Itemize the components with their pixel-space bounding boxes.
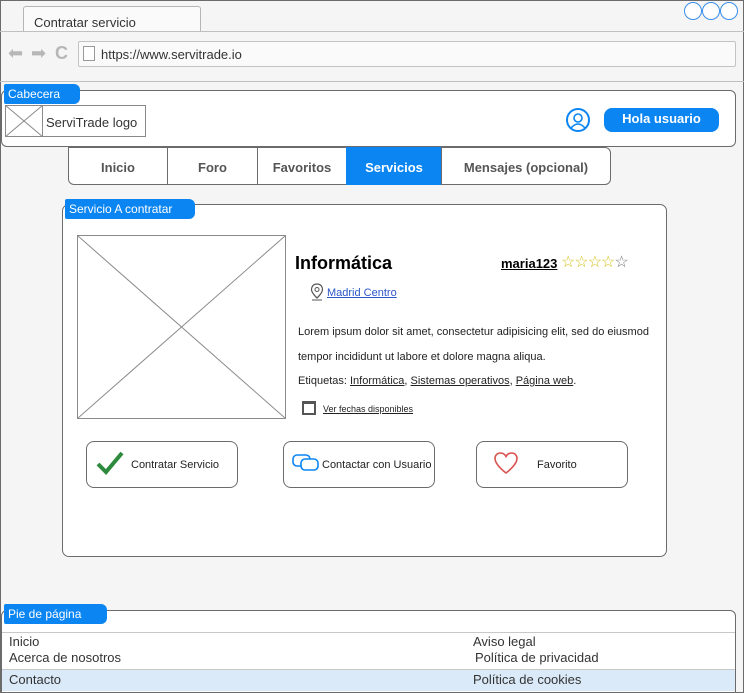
nav-mensajes[interactable]: Mensajes (opcional) xyxy=(441,147,611,185)
service-description: Lorem ipsum dolor sit amet, consectetur … xyxy=(298,326,649,363)
star-icon: ☆ xyxy=(601,254,615,271)
footer-link-inicio[interactable]: Inicio xyxy=(9,634,39,649)
nav-foro[interactable]: Foro xyxy=(167,147,258,185)
rating-stars: ☆☆☆☆☆ xyxy=(561,252,629,272)
calendar-icon xyxy=(302,401,316,415)
dates-link[interactable]: Ver fechas disponibles xyxy=(323,404,413,414)
logo-text: ServiTrade logo xyxy=(46,115,138,130)
checkmark-icon xyxy=(95,450,125,479)
footer-link-legal[interactable]: Aviso legal xyxy=(473,634,536,649)
url-bar[interactable]: https://www.servitrade.io xyxy=(78,41,736,67)
window-maximize-icon[interactable] xyxy=(702,2,720,20)
footer-divider xyxy=(2,632,735,633)
location-link[interactable]: Madrid Centro xyxy=(327,287,397,299)
star-empty-icon: ☆ xyxy=(614,254,628,271)
forward-arrow-icon[interactable]: ➡ xyxy=(31,43,46,64)
star-icon: ☆ xyxy=(587,254,602,271)
hire-service-label: Contratar Servicio xyxy=(131,458,220,471)
header-tag: Cabecera xyxy=(4,84,80,104)
heart-icon xyxy=(493,451,519,478)
user-avatar-icon[interactable] xyxy=(566,108,590,132)
footer-divider xyxy=(2,669,735,670)
service-panel-tag: Servicio A contratar xyxy=(65,199,195,219)
seller-username[interactable]: maria123 xyxy=(501,256,557,271)
service-image-placeholder xyxy=(77,235,286,419)
url-text: https://www.servitrade.io xyxy=(101,47,242,62)
tag-link[interactable]: Página web xyxy=(516,375,574,387)
reload-icon[interactable]: C xyxy=(55,43,68,64)
tag-link[interactable]: Sistemas operativos xyxy=(411,375,510,387)
nav-inicio[interactable]: Inicio xyxy=(68,147,168,185)
star-icon: ☆ xyxy=(561,254,575,271)
chat-bubbles-icon xyxy=(292,453,320,476)
nav-servicios[interactable]: Servicios xyxy=(346,147,442,185)
contact-user-button[interactable]: Contactar con Usuario xyxy=(283,441,435,488)
tags-label: Etiquetas: xyxy=(298,375,350,387)
window-minimize-icon[interactable] xyxy=(684,2,702,20)
footer-link-privacy[interactable]: Política de privacidad xyxy=(475,650,599,665)
footer-link-about[interactable]: Acerca de nosotros xyxy=(9,650,121,665)
chrome-divider xyxy=(0,81,744,82)
footer-link-contact[interactable]: Contacto xyxy=(9,672,61,687)
nav-favoritos[interactable]: Favoritos xyxy=(257,147,347,185)
location-pin-icon xyxy=(310,283,324,306)
browser-tab[interactable]: Contratar servicio xyxy=(23,6,201,32)
tag-link[interactable]: Informática xyxy=(350,375,404,387)
logo-image-icon xyxy=(5,105,43,137)
service-title: Informática xyxy=(295,253,393,273)
back-arrow-icon[interactable]: ⬅ xyxy=(8,43,23,64)
hire-service-button[interactable]: Contratar Servicio xyxy=(86,441,238,488)
tags-line: Etiquetas: Informática, Sistemas operati… xyxy=(298,375,577,387)
footer-link-cookies[interactable]: Política de cookies xyxy=(473,672,581,687)
tab-divider xyxy=(0,31,744,32)
favorite-button[interactable]: Favorito xyxy=(476,441,628,488)
footer-row-highlight xyxy=(2,670,735,691)
footer-tag: Pie de página xyxy=(4,604,107,624)
hola-usuario-button[interactable]: Hola usuario xyxy=(604,108,719,132)
page-icon xyxy=(83,46,95,61)
window-close-icon[interactable] xyxy=(720,2,738,20)
main-nav: Inicio Foro Favoritos Servicios Mensajes… xyxy=(68,147,611,185)
star-icon: ☆ xyxy=(574,254,588,271)
favorite-label: Favorito xyxy=(537,458,577,471)
contact-user-label: Contactar con Usuario xyxy=(322,458,432,471)
tab-title: Contratar servicio xyxy=(34,15,136,30)
